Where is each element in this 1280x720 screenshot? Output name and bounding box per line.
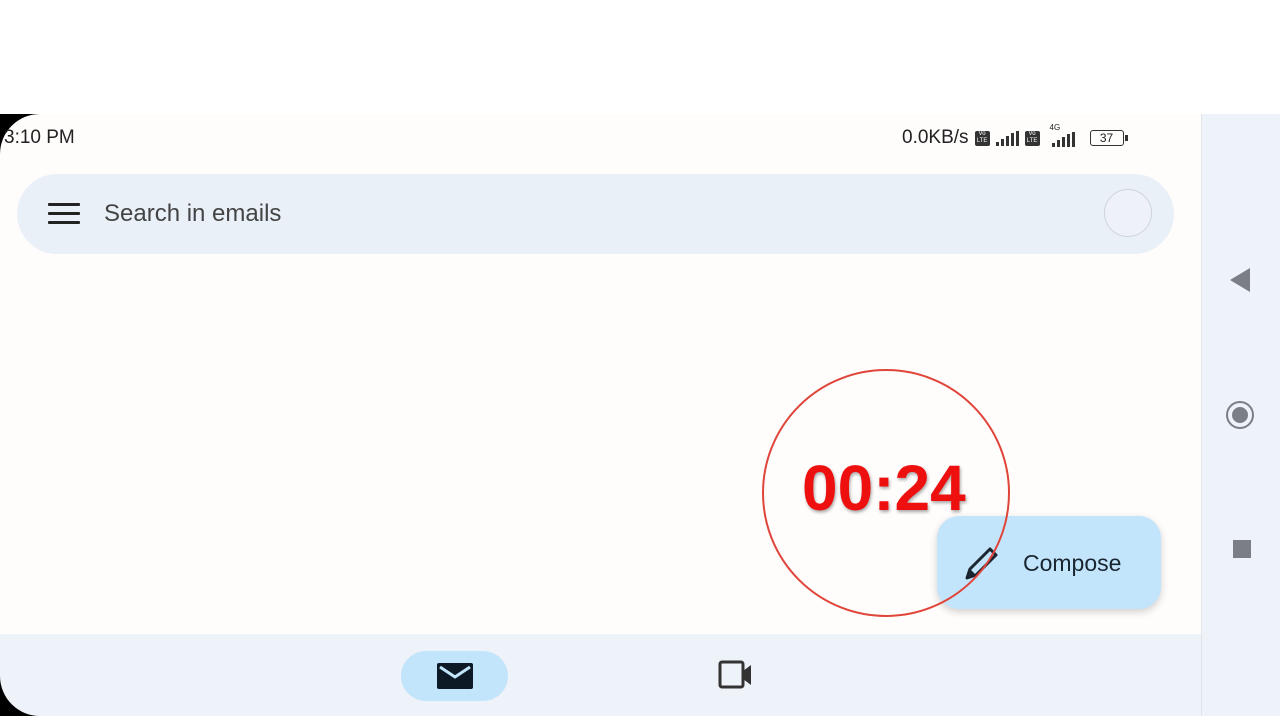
tab-meet[interactable] — [714, 659, 758, 693]
volte-icon: Vo LTE — [974, 130, 990, 146]
home-icon[interactable] — [1226, 401, 1254, 429]
account-avatar[interactable] — [1104, 189, 1152, 237]
signal-4g-icon: 4G — [1046, 123, 1084, 149]
bottom-navigation-bar — [0, 634, 1201, 716]
signal-icon — [995, 130, 1019, 146]
menu-icon[interactable] — [48, 203, 80, 225]
recording-timer: 00:24 — [802, 452, 966, 524]
battery-icon: 37 — [1089, 130, 1128, 146]
network-type: 4G — [1049, 123, 1061, 132]
status-time: 3:10 PM — [4, 127, 75, 148]
video-icon — [718, 660, 751, 689]
volte-icon-2: Vo LTE — [1024, 130, 1040, 146]
tab-mail[interactable] — [401, 651, 508, 701]
recent-apps-icon[interactable] — [1233, 540, 1251, 558]
network-speed: 0.0KB/s — [902, 127, 969, 148]
back-icon[interactable] — [1230, 268, 1250, 292]
mail-icon — [437, 663, 473, 689]
search-input[interactable]: Search in emails — [104, 200, 281, 228]
compose-label: Compose — [1023, 550, 1122, 576]
status-indicators: 0.0KB/s Vo LTE Vo LTE 4G 37 — [902, 123, 1128, 149]
screen-corner-bottom — [0, 636, 80, 716]
battery-level: 37 — [1099, 131, 1114, 145]
